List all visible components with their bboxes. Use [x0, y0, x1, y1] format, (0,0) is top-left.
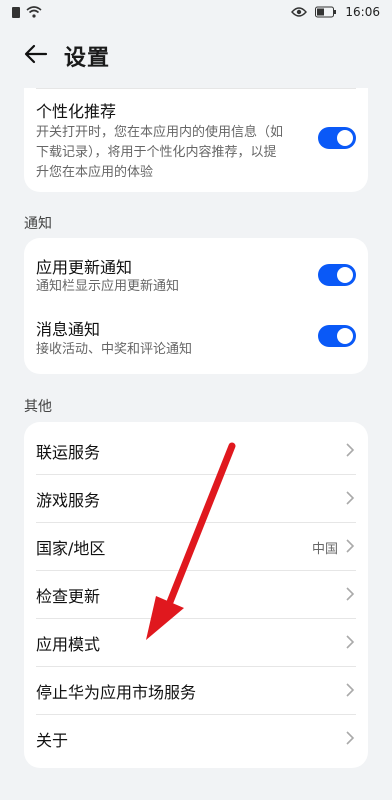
battery-icon — [315, 6, 337, 18]
list-item-region[interactable]: 国家/地区 中国 — [24, 522, 368, 570]
personalization-desc-line-3: 升您在本应用的体验 — [36, 165, 154, 180]
chevron-right-icon — [346, 491, 355, 505]
list-item-label: 联运服务 — [36, 443, 101, 462]
list-item-game-service[interactable]: 游戏服务 — [24, 474, 368, 522]
wifi-icon — [26, 6, 42, 18]
section-title-others: 其他 — [24, 399, 52, 415]
list-item-stop-service[interactable]: 停止华为应用市场服务 — [24, 666, 368, 714]
others-card: 联运服务 游戏服务 国家/地区 中国 检查更新 应用模式 停止华为应用市场服务 … — [24, 422, 368, 768]
list-item-about[interactable]: 关于 — [24, 714, 368, 762]
notification-title: 应用更新通知 — [36, 258, 133, 277]
toggle-knob — [337, 328, 353, 344]
chevron-right-icon — [346, 683, 355, 697]
top-divider — [36, 88, 356, 89]
list-item-label: 应用模式 — [36, 635, 101, 654]
page-title: 设置 — [64, 46, 111, 71]
list-item-label: 检查更新 — [36, 587, 101, 606]
chevron-right-icon — [346, 635, 355, 649]
app-update-toggle[interactable] — [318, 264, 356, 286]
messages-toggle[interactable] — [318, 325, 356, 347]
list-item-joint-operation[interactable]: 联运服务 — [24, 426, 368, 474]
chevron-right-icon — [346, 731, 355, 745]
eye-icon — [291, 7, 308, 17]
chevron-right-icon — [346, 443, 355, 457]
list-item-label: 停止华为应用市场服务 — [36, 683, 197, 702]
region-value: 中国 — [311, 542, 338, 557]
list-item-app-mode[interactable]: 应用模式 — [24, 618, 368, 666]
sim-icon — [12, 6, 20, 18]
notification-desc: 通知栏显示应用更新通知 — [36, 279, 180, 294]
personalization-card: 个性化推荐 开关打开时，您在本应用内的使用信息（如 下载记录），将用于个性化内容… — [24, 88, 368, 192]
notification-row-app-update[interactable]: 应用更新通知 通知栏显示应用更新通知 — [24, 238, 368, 306]
status-time: 16:06 — [345, 5, 380, 19]
notifications-card: 应用更新通知 通知栏显示应用更新通知 消息通知 接收活动、中奖和评论通知 — [24, 238, 368, 374]
personalization-toggle[interactable] — [318, 127, 356, 149]
chevron-right-icon — [346, 587, 355, 601]
list-item-label: 游戏服务 — [36, 491, 101, 510]
notification-row-messages[interactable]: 消息通知 接收活动、中奖和评论通知 — [24, 306, 368, 374]
notification-title: 消息通知 — [36, 320, 101, 339]
list-item-label: 关于 — [36, 731, 69, 750]
personalization-title: 个性化推荐 — [36, 102, 117, 121]
notification-desc: 接收活动、中奖和评论通知 — [36, 342, 193, 357]
arrow-left-icon[interactable] — [22, 40, 50, 68]
section-title-notifications: 通知 — [24, 216, 52, 232]
app-header: 设置 — [0, 28, 392, 80]
list-item-label: 国家/地区 — [36, 539, 106, 558]
toggle-knob — [337, 130, 353, 146]
status-bar: 16:06 — [0, 0, 392, 28]
personalization-desc-line-1: 开关打开时，您在本应用内的使用信息（如 — [36, 125, 284, 140]
list-item-check-update[interactable]: 检查更新 — [24, 570, 368, 618]
chevron-right-icon — [346, 539, 355, 553]
personalization-desc-line-2: 下载记录），将用于个性化内容推荐，以提 — [36, 145, 277, 160]
toggle-knob — [337, 267, 353, 283]
